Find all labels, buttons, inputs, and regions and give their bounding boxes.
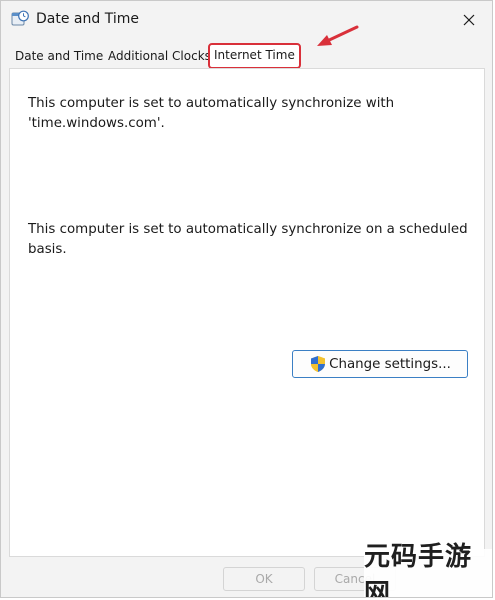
internet-time-panel: This computer is set to automatically sy… <box>9 68 485 557</box>
change-settings-label: Change settings... <box>329 356 451 372</box>
close-button[interactable] <box>454 7 484 33</box>
window-title: Date and Time <box>36 11 139 27</box>
uac-shield-icon <box>311 356 326 372</box>
tab-additional-clocks[interactable]: Additional Clocks <box>108 45 211 67</box>
close-icon <box>463 14 475 26</box>
sync-schedule-text: This computer is set to automatically sy… <box>28 222 468 257</box>
tab-date-and-time[interactable]: Date and Time <box>15 45 103 67</box>
date-time-dialog: Date and Time Date and Time Additional C… <box>0 0 493 598</box>
ok-button[interactable]: OK <box>223 567 305 591</box>
annotation-arrow-icon <box>317 25 359 46</box>
sync-server-text: This computer is set to automatically sy… <box>28 96 395 131</box>
clock-calendar-icon <box>11 10 29 26</box>
title-bar: Date and Time <box>1 1 492 39</box>
site-watermark: 元码手游网 <box>364 542 492 597</box>
tab-internet-time[interactable]: Internet Time <box>208 43 301 69</box>
change-settings-button[interactable]: Change settings... <box>292 350 468 378</box>
